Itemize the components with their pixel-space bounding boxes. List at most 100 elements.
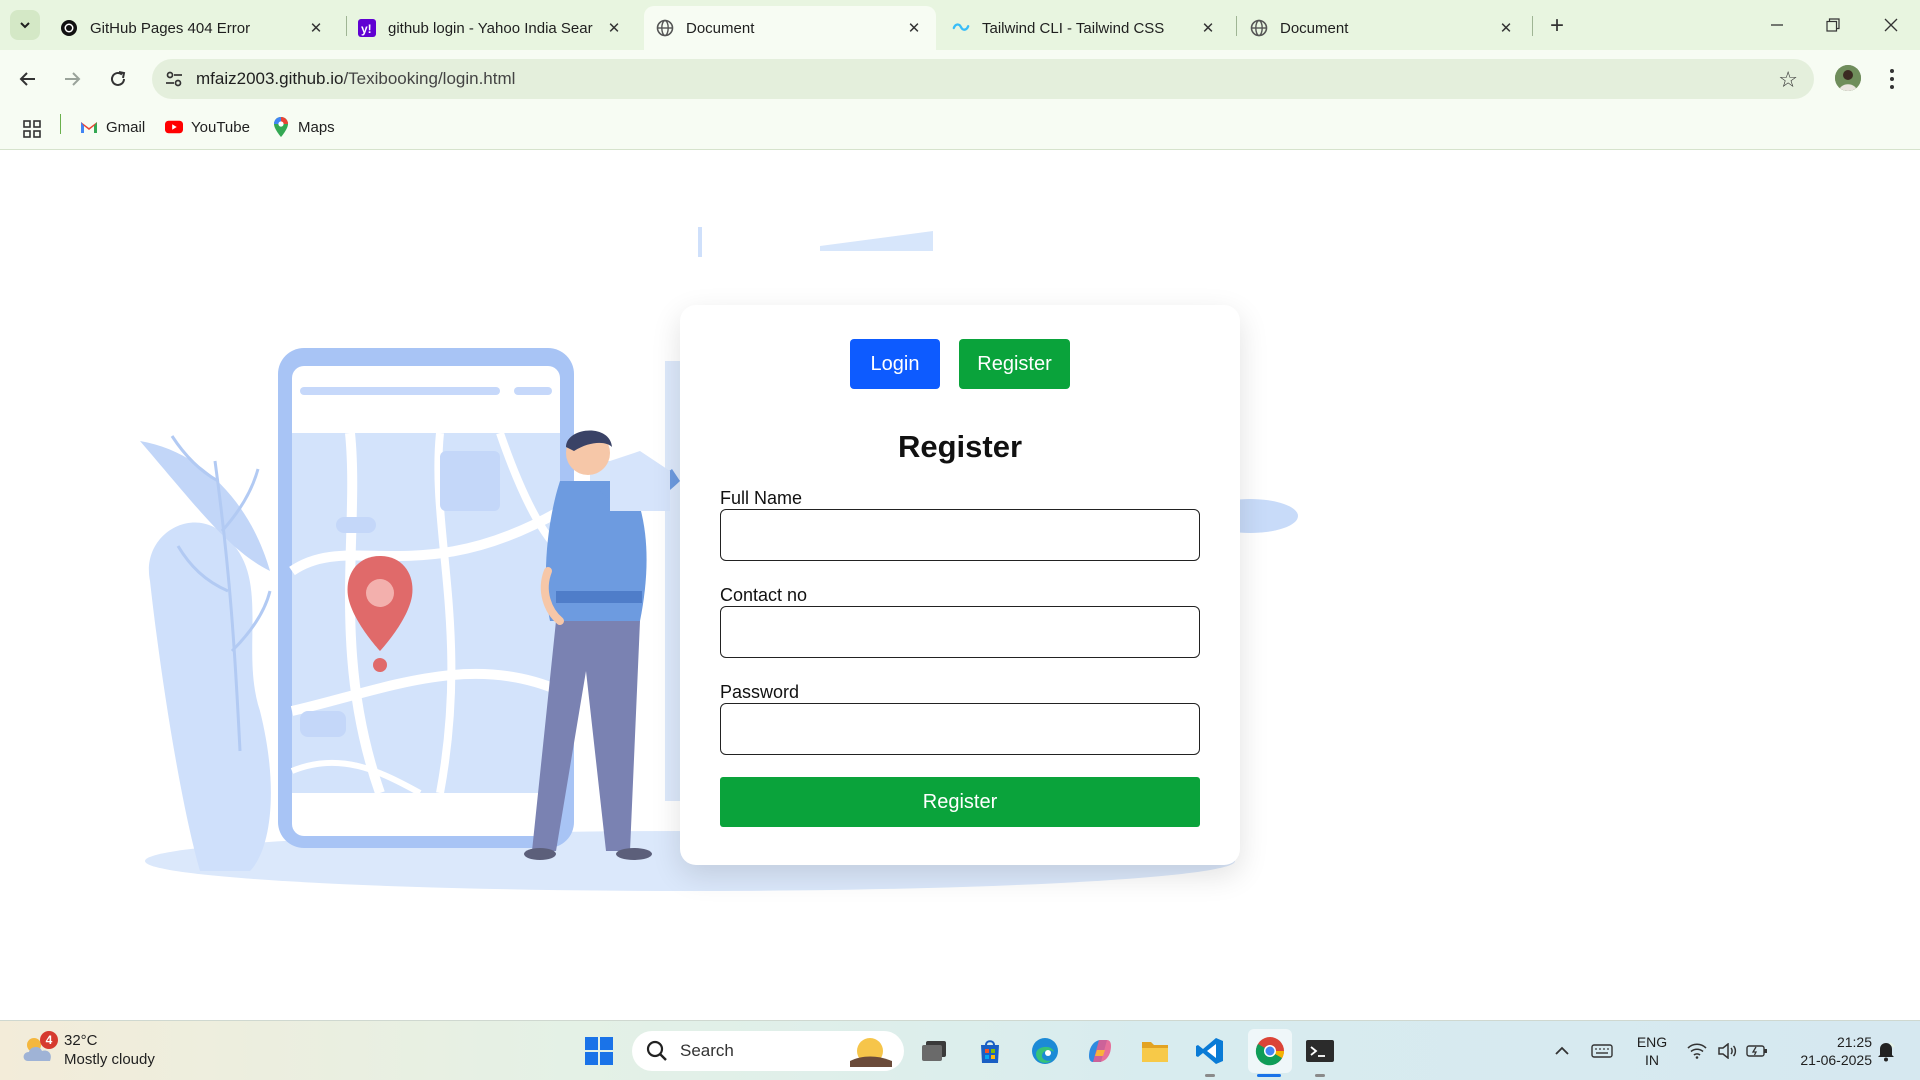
forward-button[interactable] bbox=[56, 63, 88, 95]
browser-menu-button[interactable] bbox=[1880, 64, 1904, 94]
bookmark-maps[interactable]: Maps bbox=[272, 117, 335, 137]
tab-yahoo-search[interactable]: y! github login - Yahoo India Sear ✕ bbox=[346, 6, 636, 50]
url-host: mfaiz2003.github.io bbox=[196, 69, 344, 88]
close-window-button[interactable] bbox=[1868, 8, 1914, 42]
vscode-icon[interactable] bbox=[1192, 1033, 1228, 1069]
url-path: /Texibooking/login.html bbox=[343, 69, 516, 88]
clock[interactable]: 21:25 21-06-2025 bbox=[1782, 1033, 1872, 1069]
minimize-button[interactable] bbox=[1754, 8, 1800, 42]
restore-icon bbox=[1826, 18, 1840, 32]
weather-badge: 4 bbox=[40, 1031, 58, 1049]
apps-grid-icon bbox=[23, 120, 41, 138]
tab-title: Document bbox=[686, 19, 755, 37]
chevron-down-icon bbox=[20, 22, 30, 29]
new-tab-button[interactable]: + bbox=[1543, 12, 1571, 40]
store-icon[interactable] bbox=[972, 1033, 1008, 1069]
running-indicator bbox=[1205, 1074, 1215, 1077]
wifi-icon[interactable] bbox=[1680, 1033, 1714, 1069]
svg-text:y!: y! bbox=[361, 22, 372, 36]
bookmark-star-icon[interactable]: ☆ bbox=[1778, 67, 1798, 93]
form-title: Register bbox=[897, 429, 1023, 464]
minimize-icon bbox=[1771, 24, 1783, 26]
tailwind-icon bbox=[952, 19, 970, 37]
windows-start-icon[interactable] bbox=[581, 1033, 617, 1069]
plus-icon: + bbox=[1549, 12, 1564, 39]
terminal-icon[interactable] bbox=[1302, 1033, 1338, 1069]
tab-search-button[interactable] bbox=[10, 10, 40, 40]
site-info-icon[interactable] bbox=[164, 69, 184, 89]
contact-input[interactable] bbox=[720, 606, 1200, 658]
back-button[interactable] bbox=[12, 63, 44, 95]
login-toggle-button[interactable]: Login bbox=[850, 339, 940, 389]
register-submit-button[interactable]: Register bbox=[720, 777, 1200, 827]
close-icon bbox=[1884, 18, 1898, 32]
tab-close-icon[interactable]: ✕ bbox=[604, 18, 624, 38]
address-bar[interactable]: mfaiz2003.github.io/Texibooking/login.ht… bbox=[152, 59, 1814, 99]
search-icon bbox=[646, 1040, 667, 1061]
tab-github-404[interactable]: GitHub Pages 404 Error ✕ bbox=[48, 6, 338, 50]
browser-toolbar: mfaiz2003.github.io/Texibooking/login.ht… bbox=[0, 50, 1920, 108]
search-highlight-icon bbox=[850, 1038, 892, 1067]
globe-icon bbox=[1250, 19, 1268, 37]
lang-top: ENG bbox=[1636, 1034, 1668, 1050]
tab-document[interactable]: Document ✕ bbox=[1238, 6, 1528, 50]
bookmarks-bar: Gmail YouTube Maps bbox=[0, 108, 1920, 150]
reload-button[interactable] bbox=[102, 63, 134, 95]
bookmark-label: Maps bbox=[298, 118, 335, 136]
profile-avatar[interactable] bbox=[1835, 65, 1861, 91]
clock-time: 21:25 bbox=[1836, 1034, 1872, 1050]
maps-icon bbox=[272, 117, 290, 137]
register-toggle-button[interactable]: Register bbox=[959, 339, 1070, 389]
task-view-icon[interactable] bbox=[916, 1033, 952, 1069]
tab-strip: GitHub Pages 404 Error ✕ y! github login… bbox=[0, 0, 1920, 50]
tab-separator bbox=[1236, 16, 1237, 36]
windows-taskbar: 4 32°C Mostly cloudy Search ENG IN 21:25… bbox=[0, 1020, 1920, 1080]
weather-widget[interactable]: 4 32°C Mostly cloudy bbox=[22, 1031, 155, 1069]
bookmark-label: Gmail bbox=[106, 118, 146, 136]
tab-close-icon[interactable]: ✕ bbox=[306, 18, 326, 38]
tab-title: github login - Yahoo India Sear bbox=[388, 19, 593, 37]
restore-button[interactable] bbox=[1810, 8, 1856, 42]
tab-document-active[interactable]: Document ✕ bbox=[644, 6, 936, 50]
bookmark-youtube[interactable]: YouTube bbox=[165, 118, 250, 136]
reload-icon bbox=[111, 71, 126, 86]
bookmark-gmail[interactable]: Gmail bbox=[80, 118, 145, 136]
tab-title: GitHub Pages 404 Error bbox=[90, 19, 251, 37]
arrow-right-icon bbox=[65, 72, 81, 86]
gmail-icon bbox=[80, 118, 98, 136]
apps-button[interactable] bbox=[22, 119, 42, 139]
volume-icon[interactable] bbox=[1710, 1033, 1744, 1069]
tab-close-icon[interactable]: ✕ bbox=[904, 18, 924, 38]
contact-label: Contact no bbox=[720, 585, 808, 605]
lang-bottom: IN bbox=[1645, 1052, 1659, 1068]
clock-date: 21-06-2025 bbox=[1800, 1052, 1872, 1068]
tab-title: Document bbox=[1280, 19, 1349, 37]
github-icon bbox=[60, 19, 78, 37]
arrow-left-icon bbox=[19, 72, 35, 86]
file-explorer-icon[interactable] bbox=[1137, 1033, 1173, 1069]
keyboard-icon[interactable] bbox=[1584, 1033, 1620, 1069]
full-name-input[interactable] bbox=[720, 509, 1200, 561]
tab-title: Tailwind CLI - Tailwind CSS bbox=[982, 19, 1165, 37]
taskbar-search[interactable]: Search bbox=[632, 1031, 904, 1071]
full-name-label: Full Name bbox=[720, 488, 803, 508]
language-indicator[interactable]: ENG IN bbox=[1630, 1033, 1674, 1069]
tab-close-icon[interactable]: ✕ bbox=[1496, 18, 1516, 38]
chrome-icon[interactable] bbox=[1248, 1029, 1292, 1073]
search-placeholder: Search bbox=[680, 1041, 734, 1060]
tab-close-icon[interactable]: ✕ bbox=[1198, 18, 1218, 38]
tab-tailwind-cli[interactable]: Tailwind CLI - Tailwind CSS ✕ bbox=[940, 6, 1230, 50]
password-input[interactable] bbox=[720, 703, 1200, 755]
notification-bell-icon[interactable] bbox=[1868, 1033, 1904, 1069]
bookmarks-separator bbox=[60, 114, 61, 134]
tab-separator bbox=[1532, 16, 1533, 36]
tray-overflow-icon[interactable] bbox=[1544, 1033, 1580, 1069]
cloud-sun-icon: 4 bbox=[22, 1031, 58, 1065]
battery-icon[interactable] bbox=[1740, 1033, 1774, 1069]
running-indicator bbox=[1315, 1074, 1325, 1077]
bookmark-label: YouTube bbox=[191, 118, 250, 136]
copilot-icon[interactable] bbox=[1082, 1033, 1118, 1069]
edge-icon[interactable] bbox=[1027, 1033, 1063, 1069]
active-indicator bbox=[1257, 1074, 1281, 1077]
register-card: Login Register Register Full Name Contac… bbox=[680, 305, 1240, 865]
